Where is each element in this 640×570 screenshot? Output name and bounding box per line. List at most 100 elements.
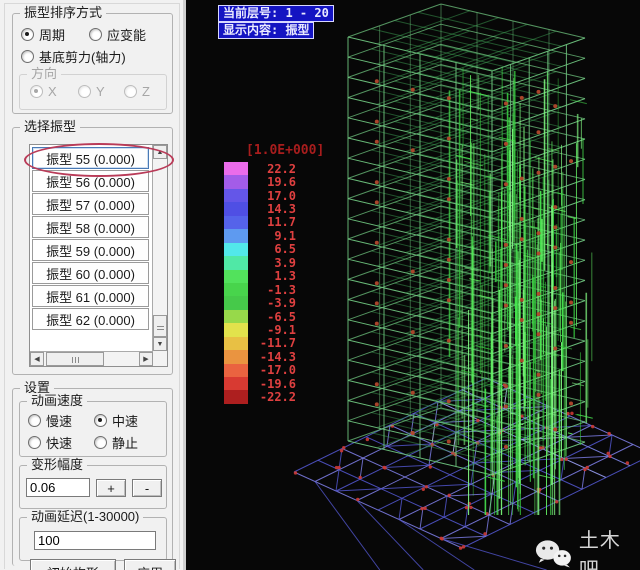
legend-value: 22.2 bbox=[267, 161, 296, 176]
mode-list-item[interactable]: 振型 59 (0.000) bbox=[32, 239, 149, 261]
application-window: 振型排序方式 周期 应变能 基底剪力(轴力) 方向 X Y Z 选择振型 振型 … bbox=[0, 0, 640, 570]
display-content-status: 显示内容: 振型 bbox=[218, 22, 315, 39]
legend-entry: -22.2 bbox=[224, 390, 296, 405]
amplitude-plus-button[interactable]: + bbox=[96, 479, 126, 497]
legend-swatch bbox=[224, 377, 248, 391]
legend-swatch bbox=[224, 282, 248, 297]
legend-entry: -17.0 bbox=[224, 363, 296, 377]
radio-speed-medium[interactable]: 中速 bbox=[94, 411, 138, 430]
radio-direction-x[interactable]: X bbox=[30, 84, 57, 99]
radio-dot[interactable] bbox=[28, 436, 41, 449]
mode-list-item[interactable]: 振型 55 (0.000) bbox=[32, 147, 149, 169]
legend-entry: 6.5 bbox=[224, 242, 296, 257]
group-anim-speed-title: 动画速度 bbox=[27, 393, 88, 408]
radio-sort-strain-energy[interactable]: 应变能 bbox=[89, 25, 146, 44]
group-direction: 方向 X Y Z bbox=[19, 66, 167, 110]
current-floor-status: 当前层号: 1 - 20 bbox=[218, 5, 334, 22]
legend-entry: 17.0 bbox=[224, 188, 296, 203]
radio-label: Y bbox=[96, 84, 105, 99]
apply-button[interactable]: 应用 bbox=[124, 559, 176, 570]
legend-entry: 11.7 bbox=[224, 215, 296, 230]
legend-swatch bbox=[224, 336, 248, 351]
legend-swatch bbox=[224, 309, 248, 324]
legend-value: -3.9 bbox=[267, 296, 296, 311]
radio-speed-fast[interactable]: 快速 bbox=[28, 433, 72, 452]
legend-value: -19.6 bbox=[259, 376, 296, 391]
legend-entry: 14.3 bbox=[224, 202, 296, 216]
legend-swatch bbox=[224, 350, 248, 364]
radio-direction-z[interactable]: Z bbox=[124, 84, 150, 99]
group-direction-title: 方向 bbox=[27, 66, 62, 81]
radio-dot[interactable] bbox=[21, 28, 34, 41]
radio-dot[interactable] bbox=[30, 85, 43, 98]
group-deform-amplitude: 变形幅度 + - bbox=[19, 457, 167, 509]
model-viewport[interactable]: 当前层号: 1 - 20 显示内容: 振型 [1.0E+000] 22.2 19.… bbox=[186, 0, 640, 570]
vscroll-thumb[interactable] bbox=[153, 315, 167, 337]
radio-label: Z bbox=[142, 84, 150, 99]
mode-list-item[interactable]: 振型 62 (0.000) bbox=[32, 308, 149, 330]
legend-value: -11.7 bbox=[259, 336, 296, 351]
delay-input[interactable] bbox=[34, 531, 156, 550]
legend-entry: -9.1 bbox=[224, 323, 296, 337]
legend-value: 1.3 bbox=[274, 269, 296, 284]
legend-swatch bbox=[224, 323, 248, 337]
legend-entry: -3.9 bbox=[224, 296, 296, 311]
scroll-left-button[interactable]: ◀ bbox=[30, 352, 44, 366]
scroll-right-button[interactable]: ▶ bbox=[139, 352, 153, 366]
legend-value: -14.3 bbox=[259, 349, 296, 364]
legend-swatch bbox=[224, 202, 248, 216]
mode-list-item[interactable]: 振型 60 (0.000) bbox=[32, 262, 149, 284]
legend-swatch bbox=[224, 215, 248, 230]
radio-direction-y[interactable]: Y bbox=[78, 84, 105, 99]
radio-dot[interactable] bbox=[21, 50, 34, 63]
radio-dot[interactable] bbox=[28, 414, 41, 427]
group-anim-delay: 动画延迟(1-30000) bbox=[19, 509, 167, 561]
radio-speed-slow[interactable]: 慢速 bbox=[28, 411, 72, 430]
group-settings: 设置 动画速度 慢速 中速 快速 静止 变形幅度 + - 动画延迟(1-3000… bbox=[12, 380, 173, 566]
legend-swatch bbox=[224, 162, 248, 176]
legend-entry: -6.5 bbox=[224, 309, 296, 324]
scroll-down-button[interactable]: ▼ bbox=[153, 337, 167, 351]
radio-dot[interactable] bbox=[78, 85, 91, 98]
legend-entry: -1.3 bbox=[224, 282, 296, 297]
mode-list-item[interactable]: 振型 57 (0.000) bbox=[32, 193, 149, 215]
legend-entry: -19.6 bbox=[224, 376, 296, 391]
amplitude-minus-button[interactable]: - bbox=[132, 479, 162, 497]
legend-entry: -14.3 bbox=[224, 349, 296, 364]
mode-list-item[interactable]: 振型 61 (0.000) bbox=[32, 285, 149, 307]
legend-value: 9.1 bbox=[274, 228, 296, 243]
legend-swatch bbox=[224, 296, 248, 310]
radio-dot[interactable] bbox=[94, 436, 107, 449]
legend-entry: -11.7 bbox=[224, 336, 296, 351]
radio-label: 中速 bbox=[112, 414, 139, 429]
mode-list-vscrollbar[interactable]: ▲ ▼ bbox=[152, 145, 167, 366]
legend-value: 6.5 bbox=[274, 242, 296, 257]
mode-list-item[interactable]: 振型 58 (0.000) bbox=[32, 216, 149, 238]
hscroll-thumb[interactable] bbox=[46, 352, 104, 366]
radio-dot[interactable] bbox=[94, 414, 107, 427]
radio-dot[interactable] bbox=[124, 85, 137, 98]
legend-scale-header: [1.0E+000] bbox=[246, 143, 325, 158]
control-panel: 振型排序方式 周期 应变能 基底剪力(轴力) 方向 X Y Z 选择振型 振型 … bbox=[0, 0, 186, 570]
radio-speed-static[interactable]: 静止 bbox=[94, 433, 138, 452]
group-anim-speed: 动画速度 慢速 中速 快速 静止 bbox=[19, 393, 167, 457]
radio-dot[interactable] bbox=[89, 28, 102, 41]
mode-list-hscrollbar[interactable]: ◀ ▶ bbox=[30, 351, 153, 366]
radio-label: 快速 bbox=[46, 436, 73, 451]
radio-sort-base-shear[interactable]: 基底剪力(轴力) bbox=[21, 47, 126, 66]
radio-label: 应变能 bbox=[107, 28, 147, 43]
initial-shape-button[interactable]: 初始构形 bbox=[30, 559, 116, 570]
legend-value: -22.2 bbox=[259, 390, 296, 405]
scroll-up-button[interactable]: ▲ bbox=[153, 145, 167, 159]
legend-entry: 22.2 bbox=[224, 161, 296, 176]
legend-swatch bbox=[224, 390, 248, 404]
legend-entry: 3.9 bbox=[224, 256, 296, 270]
mode-list-item[interactable]: 振型 56 (0.000) bbox=[32, 170, 149, 192]
radio-sort-period[interactable]: 周期 bbox=[21, 25, 65, 44]
group-mode-select-title: 选择振型 bbox=[20, 119, 81, 134]
legend-value: -1.3 bbox=[267, 282, 296, 297]
mode-list: 振型 55 (0.000) 振型 56 (0.000) 振型 57 (0.000) 振… bbox=[24, 143, 174, 331]
amplitude-input[interactable] bbox=[26, 478, 90, 497]
legend-value: 17.0 bbox=[267, 188, 296, 203]
legend-value: -6.5 bbox=[267, 309, 296, 324]
